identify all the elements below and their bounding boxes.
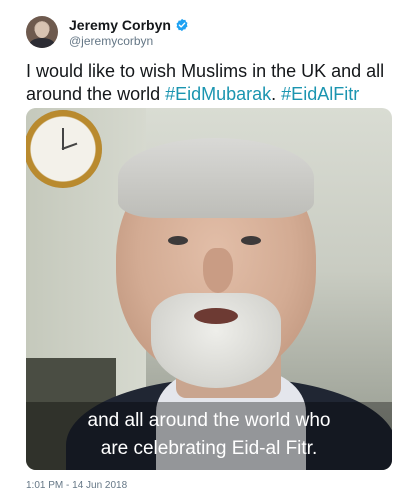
tweet-header: Jeremy Corbyn @jeremycorbyn: [26, 14, 189, 50]
avatar[interactable]: [26, 16, 58, 48]
avatar-suit: [29, 38, 55, 48]
person-mouth: [194, 308, 238, 324]
person-nose: [203, 248, 233, 293]
handle[interactable]: @jeremycorbyn: [69, 34, 189, 48]
wall-clock: [26, 110, 102, 188]
avatar-face: [35, 22, 49, 38]
author-names: Jeremy Corbyn @jeremycorbyn: [69, 17, 189, 48]
video-caption-line-1: and all around the world who: [87, 410, 331, 431]
person-hair: [118, 138, 314, 218]
video-media[interactable]: and all around the world who are celebra…: [26, 108, 392, 470]
hashtag-eidmubarak[interactable]: #EidMubarak: [165, 84, 271, 104]
display-name[interactable]: Jeremy Corbyn: [69, 17, 171, 33]
tweet-text: I would like to wish Muslims in the UK a…: [26, 60, 396, 106]
verified-badge-icon: [176, 18, 188, 31]
tweet-card: Jeremy Corbyn @jeremycorbyn I would like…: [0, 0, 418, 500]
clock-hand-minute: [61, 142, 78, 150]
hashtag-eidalfitr[interactable]: #EidAlFitr: [281, 84, 359, 104]
tweet-text-separator: .: [271, 84, 282, 104]
name-row: Jeremy Corbyn: [69, 17, 189, 33]
person-eye-left: [168, 236, 188, 245]
person-eye-right: [241, 236, 261, 245]
video-caption-line-2: are celebrating Eid-al Fitr.: [100, 438, 318, 459]
tweet-timestamp[interactable]: 1:01 PM - 14 Jun 2018: [26, 480, 127, 491]
